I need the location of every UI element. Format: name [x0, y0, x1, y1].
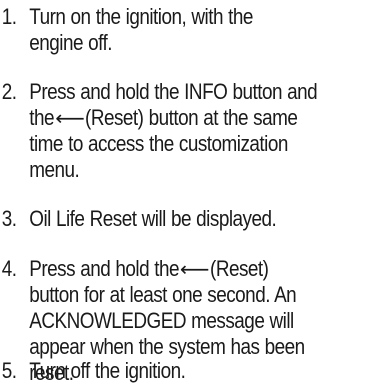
step-line: Press and hold the [29, 256, 180, 281]
return-arrow-icon: ⟵ [180, 257, 210, 281]
step-text: Turn on the ignition, with the engine off… [29, 4, 329, 56]
step-line: (Reset) button at the same [85, 105, 298, 130]
step-1: 1. Turn on the ignition, with the engine … [0, 4, 329, 56]
step-line: Turn on the ignition, with the [29, 4, 253, 29]
step-5: 5. Turn off the ignition. [0, 358, 329, 384]
return-arrow-icon: ⟵ [55, 106, 85, 130]
step-line: the [29, 105, 55, 130]
step-line: Press and hold the INFO button and [29, 79, 318, 104]
step-text: Oil Life Reset will be displayed. [29, 206, 329, 232]
step-text: Turn off the ignition. [29, 358, 329, 384]
step-number: 2. [1, 79, 17, 104]
step-2: 2. Press and hold the INFO button and the… [0, 79, 329, 183]
step-line: engine off. [29, 30, 113, 55]
step-line: appear when the system has been [29, 334, 305, 359]
step-line: ACKNOWLEDGED message will [29, 308, 294, 333]
step-number: 1. [1, 4, 17, 29]
step-line: Oil Life Reset will be displayed. [29, 206, 277, 231]
step-text: Press and hold the INFO button and the⟵(R… [29, 79, 329, 183]
step-line: Turn off the ignition. [29, 358, 186, 383]
step-line: button for at least one second. An [29, 282, 297, 307]
step-line: (Reset) [210, 256, 269, 281]
instruction-document: 1. Turn on the ignition, with the engine … [0, 0, 383, 390]
step-number: 5. [1, 358, 17, 383]
step-3: 3. Oil Life Reset will be displayed. [0, 206, 329, 232]
step-line: time to access the customization [29, 131, 288, 156]
step-number: 3. [1, 206, 17, 231]
step-line: menu. [29, 157, 80, 182]
